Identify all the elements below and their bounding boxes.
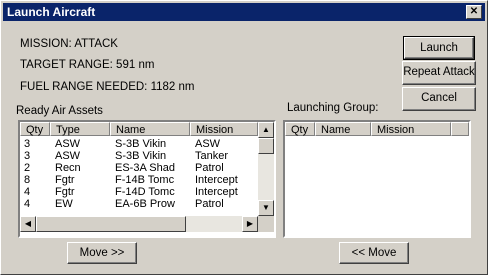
scroll-down-icon[interactable]: ▼	[258, 200, 274, 216]
type-cell: EW	[55, 198, 73, 210]
type-cell: ASW	[55, 150, 81, 162]
mission-label: MISSION: ATTACK	[20, 38, 118, 50]
close-icon[interactable]: ✕	[466, 5, 482, 19]
column-header-mission[interactable]: Mission	[371, 122, 451, 136]
horizontal-scrollbar[interactable]: ◀ ▶	[20, 216, 258, 232]
scrollbar-corner	[258, 216, 274, 232]
column-header-qty[interactable]: Qty	[20, 122, 50, 136]
hscrollbar-thumb[interactable]	[36, 216, 186, 232]
scroll-right-icon[interactable]: ▶	[242, 216, 258, 232]
name-cell: EA-6B Prow	[115, 198, 175, 210]
qty-cell: 3	[24, 150, 31, 162]
ready-air-assets-label: Ready Air Assets	[16, 105, 103, 117]
repeat-attack-button-label: Repeat Attack	[403, 66, 475, 78]
launch-button-label: Launch	[420, 42, 458, 54]
type-cell: Fgtr	[55, 186, 75, 198]
target-range-label: TARGET RANGE: 591 nm	[20, 59, 155, 71]
mission-cell: Patrol	[195, 198, 224, 210]
column-header-spacer	[451, 122, 469, 136]
type-cell: Fgtr	[55, 174, 75, 186]
qty-cell: 2	[24, 162, 31, 174]
launch-button[interactable]: Launch	[403, 36, 475, 60]
mission-cell: ASW	[195, 138, 221, 150]
ready-air-assets-list[interactable]: Qty Type Name Mission 3 ASW S-3B Vikin A…	[18, 120, 276, 238]
column-header-name[interactable]: Name	[315, 122, 371, 136]
mission-cell: Intercept	[195, 174, 238, 186]
repeat-attack-button[interactable]: Repeat Attack	[402, 61, 476, 85]
name-cell: F-14D Tomc	[115, 186, 175, 198]
cancel-button[interactable]: Cancel	[402, 87, 476, 111]
qty-cell: 4	[24, 186, 31, 198]
type-cell: Recn	[55, 162, 81, 174]
launch-aircraft-dialog: Launch Aircraft ✕ MISSION: ATTACK TARGET…	[0, 0, 488, 275]
move-left-button-label: << Move	[351, 247, 397, 259]
column-header-qty[interactable]: Qty	[285, 122, 315, 136]
scrollbar-thumb[interactable]	[258, 138, 274, 154]
title-bar: Launch Aircraft ✕	[3, 3, 485, 21]
move-right-button-label: Move >>	[79, 247, 125, 259]
name-cell: S-3B Vikin	[115, 150, 167, 162]
mission-cell: Tanker	[195, 150, 229, 162]
type-cell: ASW	[55, 138, 81, 150]
column-header-mission[interactable]: Mission	[190, 122, 258, 136]
qty-cell: 4	[24, 198, 31, 210]
cancel-button-label: Cancel	[421, 92, 457, 104]
scroll-up-icon[interactable]: ▲	[258, 122, 274, 138]
name-cell: ES-3A Shad	[115, 162, 175, 174]
vertical-scrollbar[interactable]: ▲ ▼	[258, 122, 274, 216]
move-left-button[interactable]: << Move	[339, 242, 409, 264]
qty-cell: 3	[24, 138, 31, 150]
scroll-left-icon[interactable]: ◀	[20, 216, 36, 232]
name-cell: F-14B Tomc	[115, 174, 175, 186]
mission-cell: Intercept	[195, 186, 238, 198]
name-cell: S-3B Vikin	[115, 138, 167, 150]
launching-group-list[interactable]: Qty Name Mission	[283, 120, 471, 238]
column-header-name[interactable]: Name	[110, 122, 190, 136]
column-header-type[interactable]: Type	[50, 122, 110, 136]
fuel-range-label: FUEL RANGE NEEDED: 1182 nm	[20, 81, 195, 93]
mission-cell: Patrol	[195, 162, 224, 174]
launching-group-label: Launching Group:	[287, 102, 379, 114]
window-title: Launch Aircraft	[7, 5, 96, 19]
qty-cell: 8	[24, 174, 31, 186]
move-right-button[interactable]: Move >>	[67, 242, 137, 264]
